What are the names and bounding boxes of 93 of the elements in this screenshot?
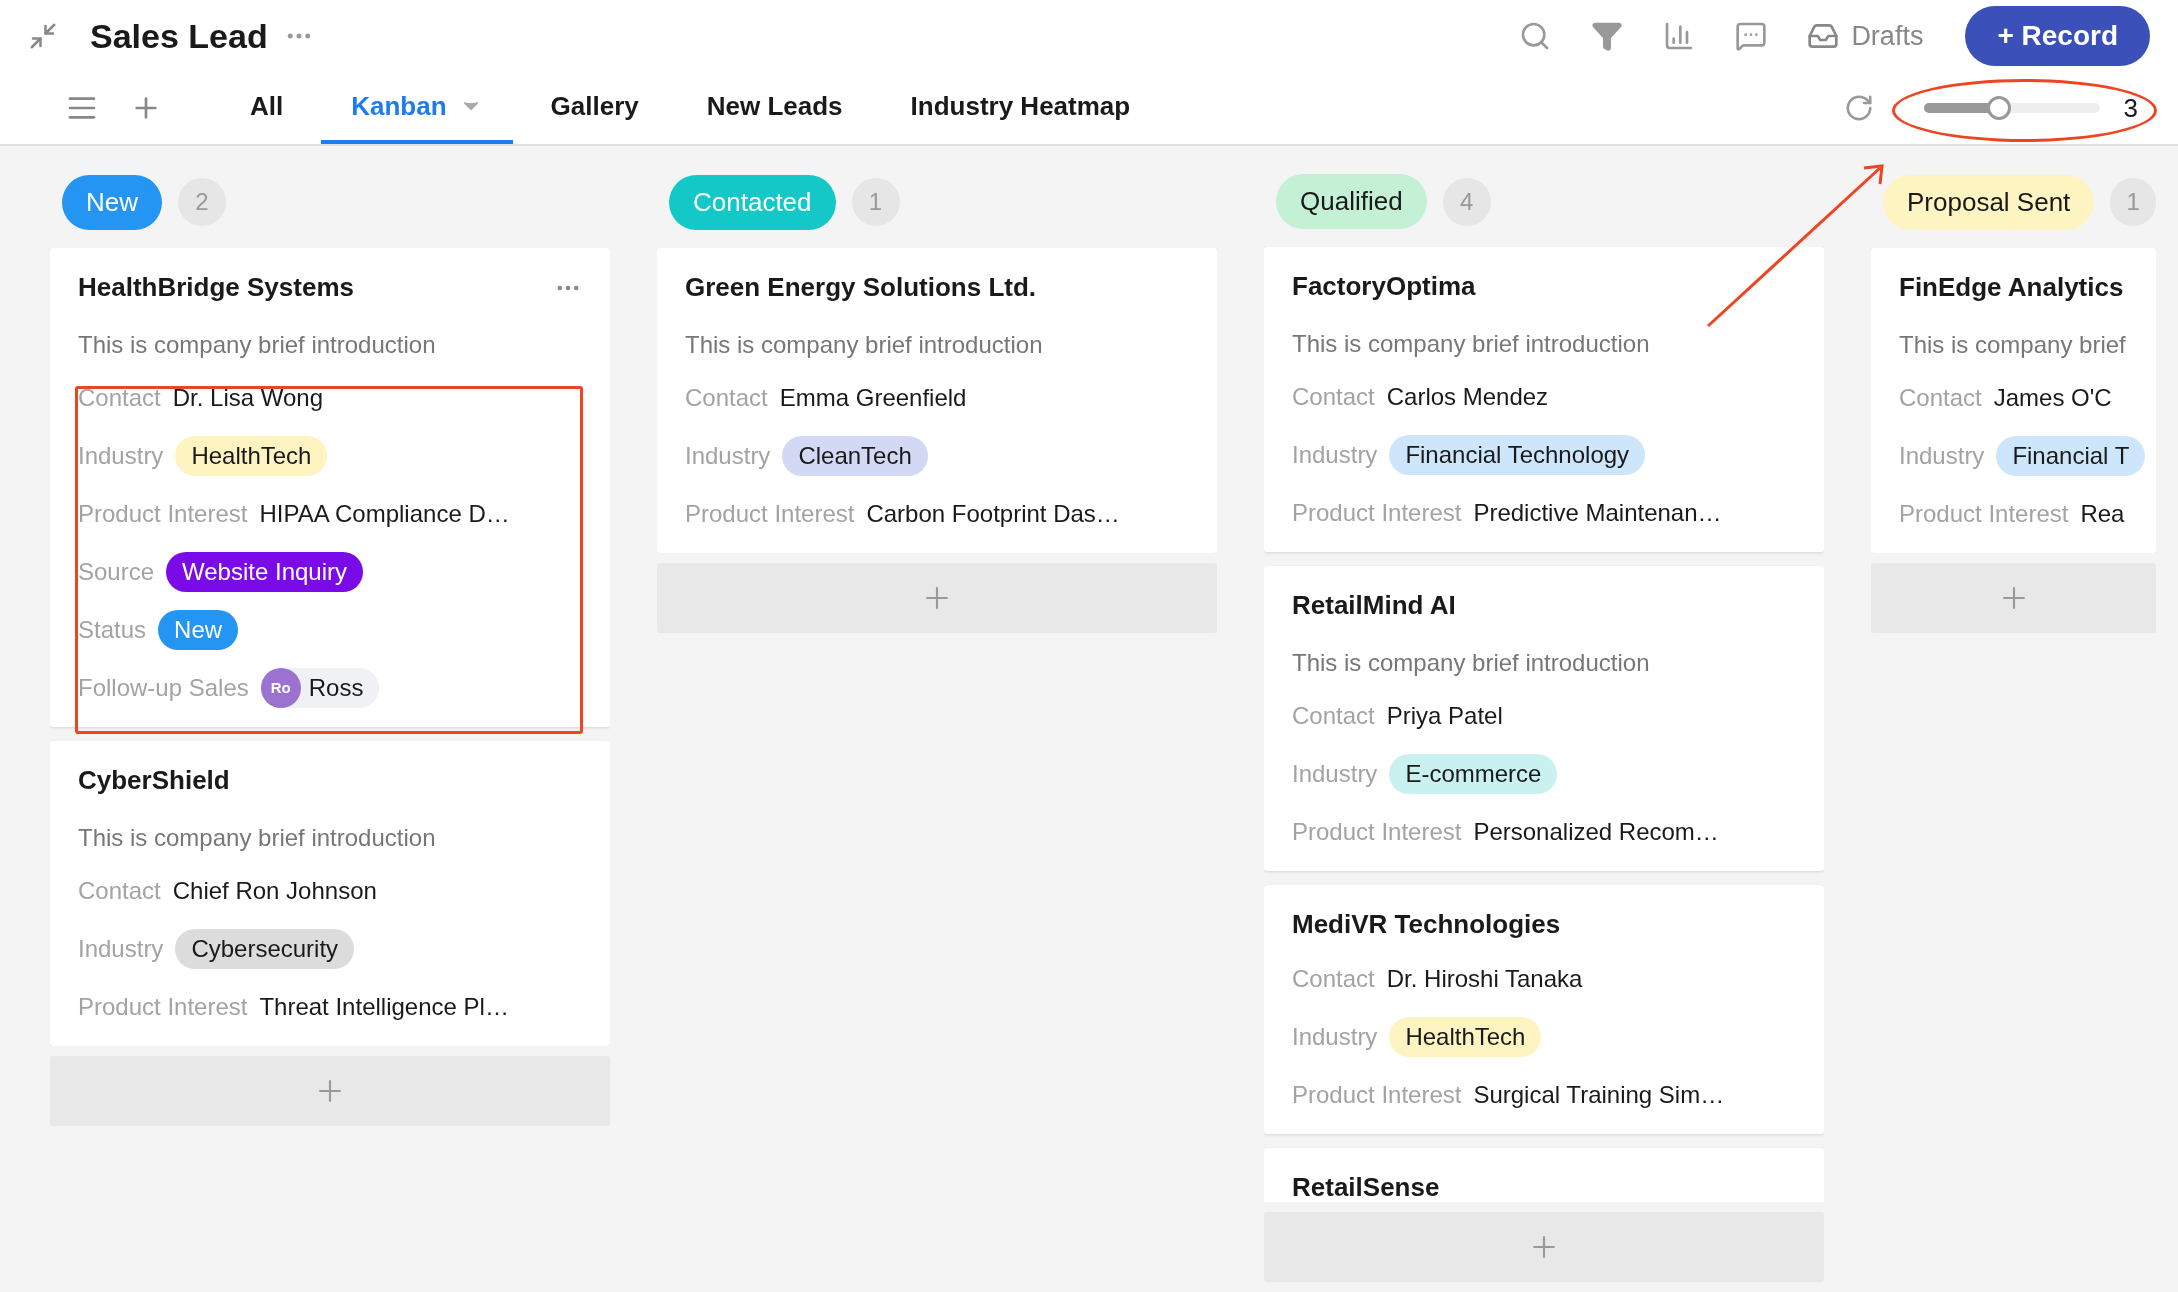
status-pill: Proposal Sent (1883, 174, 2095, 230)
card-description: This is company brief introduction (78, 823, 437, 853)
field-label: Industry (1292, 440, 1378, 470)
card-title: CyberShield (78, 764, 230, 797)
view-tab[interactable]: New Leads (676, 72, 873, 144)
lead-card[interactable]: Green Energy Solutions Ltd. This is company brief introduction Contact Emma Greenfield Industry CleanTech Product Interest Carbon Footprint Das… (657, 248, 1217, 553)
card-title: FinEdge Analytics (1899, 271, 2124, 304)
count-badge: 4 (1442, 177, 1491, 226)
slider-thumb[interactable] (1987, 96, 2012, 120)
avatar: Ro (260, 668, 301, 708)
field-value: Carbon Footprint Das… (866, 499, 1120, 529)
card-title: RetailMind AI (1292, 589, 1456, 622)
field-label: Product Interest (1292, 498, 1462, 528)
field-value: Rea (2080, 499, 2125, 529)
card-description: This is company brief introduction (685, 330, 1044, 360)
lead-card[interactable]: FinEdge Analytics This is company brief Contact James O'C Industry Financial T Product Interest Rea (1871, 248, 2156, 553)
count-badge: 1 (2110, 178, 2156, 226)
tag: Financial T (1996, 436, 2146, 476)
field-value: Predictive Maintenan… (1473, 498, 1722, 528)
field-label: Industry (78, 934, 164, 964)
field-label: Product Interest (78, 992, 248, 1022)
tag: Website Inquiry (166, 552, 363, 592)
field-value: Dr. Hiroshi Tanaka (1386, 964, 1583, 994)
card-title: HealthBridge Systems (78, 271, 354, 304)
card-description: This is company brief introduction (1292, 329, 1651, 359)
field-value: Chief Ron Johnson (172, 876, 377, 906)
card-description: This is company brief introduction (1292, 648, 1651, 678)
user-name: Ross (308, 673, 364, 703)
field-label: Industry (78, 441, 164, 471)
record-button[interactable]: + Record (1965, 6, 2150, 66)
field-label: Industry (1292, 1022, 1378, 1052)
status-pill: Qualified (1276, 174, 1427, 229)
card-title: Green Energy Solutions Ltd. (685, 271, 1037, 304)
field-label: Product Interest (1292, 817, 1462, 847)
field-label: Contact (78, 876, 161, 906)
card-description: This is company brief (1899, 330, 2127, 360)
field-value: Personalized Recom… (1473, 817, 1719, 847)
field-value: Priya Patel (1386, 701, 1503, 731)
field-label: Contact (1292, 701, 1375, 731)
collapse-icon[interactable] (28, 21, 58, 51)
card-title: FactoryOptima (1292, 270, 1476, 303)
field-label: Follow-up Sales (78, 673, 249, 703)
field-value: Dr. Lisa Wong (172, 383, 323, 413)
field-label: Source (78, 557, 155, 587)
tag: HealthTech (1389, 1017, 1542, 1057)
field-label: Product Interest (685, 499, 855, 529)
lead-card[interactable]: FactoryOptima This is company brief introduction Contact Carlos Mendez Industry Financial Technology Product Interest Predictive Maintenan… (1264, 247, 1824, 552)
field-label: Contact (1292, 964, 1375, 994)
field-value: Emma Greenfield (779, 383, 967, 413)
lead-card[interactable]: MediVR Technologies Contact Dr. Hiroshi Tanaka Industry HealthTech Product Interest Surgical Training Sim… (1264, 885, 1824, 1134)
status-pill: Contacted (669, 174, 836, 230)
tag: E-commerce (1389, 754, 1558, 794)
lead-card[interactable]: HealthBridge Systems This is company brief introduction Contact Dr. Lisa Wong Industry HealthTech Product Interest HIPAA Compliance D… Source Website Inquiry Status New Follow-up Sales Ro Ross (50, 248, 610, 727)
lead-card[interactable]: RetailMind AI This is company brief introduction Contact Priya Patel Industry E-commerce Product Interest Personalized Recom… (1264, 566, 1824, 871)
field-value: HIPAA Compliance D… (259, 499, 510, 529)
field-label: Contact (685, 383, 768, 413)
count-badge: 1 (851, 178, 900, 226)
drafts-button[interactable]: Drafts (1807, 15, 1924, 57)
view-tab[interactable]: All (220, 72, 314, 144)
zoom-slider[interactable] (1923, 96, 2100, 120)
field-label: Contact (78, 383, 161, 413)
count-badge: 2 (178, 178, 226, 226)
status-pill: New (62, 174, 162, 230)
slider-value: 3 (2123, 91, 2138, 125)
tag: Financial Technology (1389, 435, 1646, 475)
tag: Cybersecurity (175, 929, 355, 969)
filter-icon[interactable] (1591, 20, 1624, 52)
tag: New (158, 610, 239, 650)
field-label: Status (78, 615, 147, 645)
page-title: Sales Lead (90, 15, 268, 57)
card-title: MediVR Technologies (1292, 908, 1561, 941)
card-description: This is company brief introduction (78, 330, 437, 360)
view-tab[interactable]: Kanban (321, 72, 513, 144)
tag: HealthTech (175, 436, 328, 476)
field-value: Threat Intelligence Pl… (259, 992, 509, 1022)
field-value: James O'C (1993, 383, 2112, 413)
field-label: Product Interest (78, 499, 248, 529)
lead-card[interactable]: RetailSense (1264, 1148, 1824, 1202)
field-value: Surgical Training Sim… (1473, 1080, 1725, 1110)
field-label: Contact (1292, 382, 1375, 412)
lead-card[interactable]: CyberShield This is company brief introduction Contact Chief Ron Johnson Industry Cybersecurity Product Interest Threat Intelligence Pl… (50, 741, 610, 1046)
field-label: Product Interest (1292, 1080, 1462, 1110)
comment-icon[interactable] (1735, 20, 1768, 52)
field-value: Carlos Mendez (1386, 382, 1549, 412)
card-title: RetailSense (1292, 1171, 1440, 1202)
view-tab[interactable]: Industry Heatmap (880, 72, 1161, 144)
tag: CleanTech (782, 436, 928, 476)
view-tab[interactable]: Gallery (520, 72, 669, 144)
field-label: Industry (1899, 441, 1985, 471)
field-label: Contact (1899, 383, 1982, 413)
field-label: Industry (1292, 759, 1378, 789)
field-label: Product Interest (1899, 499, 2069, 529)
field-label: Industry (685, 441, 771, 471)
